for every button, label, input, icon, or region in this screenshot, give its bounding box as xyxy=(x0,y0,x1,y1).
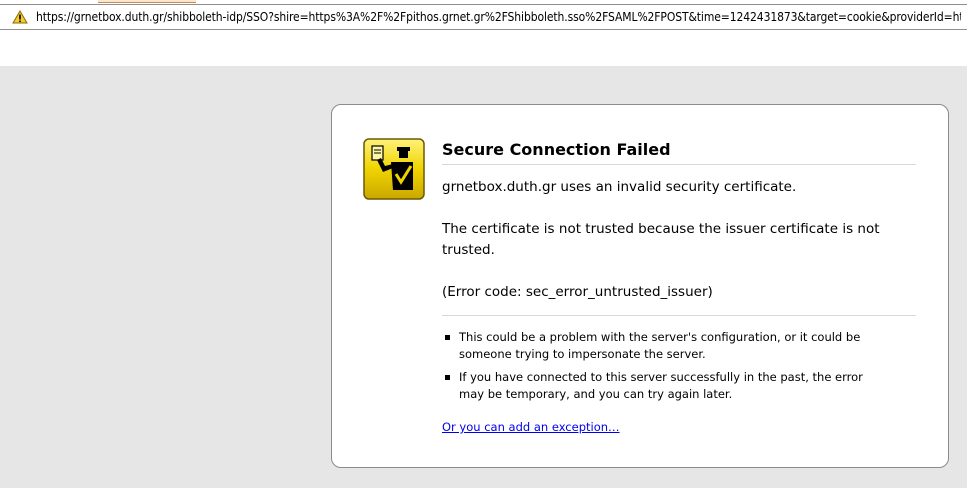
error-code: (Error code: sec_error_untrusted_issuer) xyxy=(442,284,713,300)
short-description: grnetbox.duth.gr uses an invalid securit… xyxy=(442,179,797,195)
browser-tab-edge[interactable] xyxy=(98,0,196,3)
section-divider xyxy=(442,315,916,316)
list-item-text: This could be a problem with the server'… xyxy=(459,330,861,361)
long-description: The certificate is not trusted because t… xyxy=(442,221,880,258)
list-item-text: If you have connected to this server suc… xyxy=(459,370,863,401)
warning-triangle-icon xyxy=(12,10,28,24)
bullet-icon xyxy=(445,335,450,340)
list-item: This could be a problem with the server'… xyxy=(442,329,882,363)
url-bar[interactable]: https://grnetbox.duth.gr/shibboleth-idp/… xyxy=(0,4,967,30)
list-item: If you have connected to this server suc… xyxy=(442,369,882,403)
url-text[interactable]: https://grnetbox.duth.gr/shibboleth-idp/… xyxy=(36,10,961,24)
add-exception-link[interactable]: Or you can add an exception… xyxy=(442,420,620,434)
error-page-container: Secure Connection Failed grnetbox.duth.g… xyxy=(331,104,949,468)
security-officer-icon xyxy=(363,138,425,200)
advice-list: This could be a problem with the server'… xyxy=(442,329,882,409)
toolbar-gap xyxy=(0,30,967,66)
page-title: Secure Connection Failed xyxy=(442,139,916,165)
bullet-icon xyxy=(445,375,450,380)
